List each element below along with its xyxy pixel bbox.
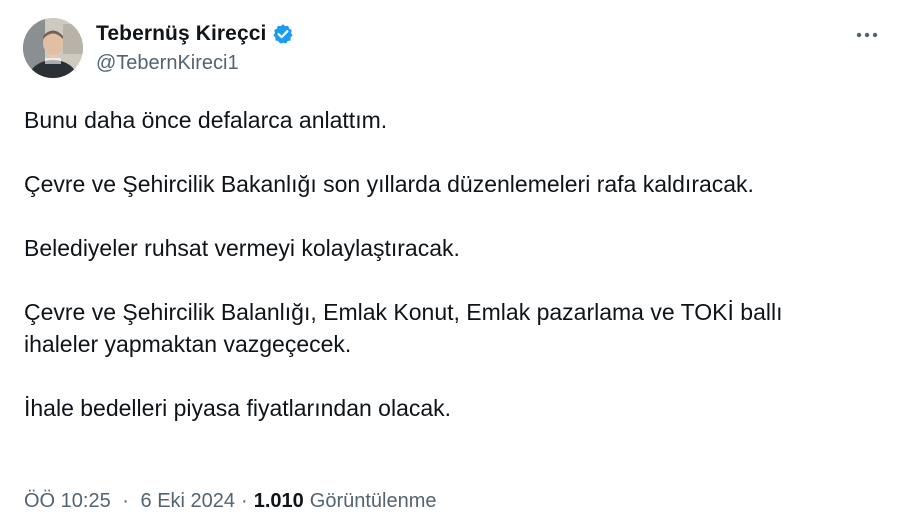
views-label: Görüntülenme	[309, 490, 437, 512]
tweet-paragraph: Belediyeler ruhsat vermeyi kolaylaştırac…	[24, 232, 894, 264]
profile-photo-image	[23, 18, 83, 78]
tweet-paragraph: Bunu daha önce defalarca anlattım.	[24, 104, 894, 136]
meta-separator: ·	[241, 490, 248, 512]
author-display-name[interactable]: Tebernüş Kireçci	[96, 22, 266, 46]
tweet-date: 6 Eki 2024	[140, 490, 236, 512]
tweet-paragraph: Çevre ve Şehircilik Balanlığı, Emlak Kon…	[24, 296, 894, 360]
tweet-meta: ÖÖ 10:25 · 6 Eki 2024 · 1.010 Görüntülen…	[24, 490, 437, 513]
tweet-line: Çevre ve Şehircilik Bakanlığı son yıllar…	[24, 171, 754, 197]
tweet-time: ÖÖ 10:25	[24, 490, 111, 512]
tweet-line: İhale bedelleri piyasa fiyatlarından ola…	[24, 395, 452, 421]
tweet-paragraph: Çevre ve Şehircilik Bakanlığı son yıllar…	[24, 168, 894, 200]
tweet-timestamp[interactable]: ÖÖ 10:25 · 6 Eki 2024	[24, 490, 235, 513]
author-handle[interactable]: @TebernKireci1	[96, 52, 239, 75]
author-name-row: Tebernüş Kireçci	[96, 20, 294, 48]
avatar[interactable]	[23, 18, 83, 78]
tweet: Tebernüş Kireçci @TebernKireci1 Bunu dah…	[0, 0, 924, 530]
tweet-line: Çevre ve Şehircilik Balanlığı, Emlak Kon…	[24, 299, 783, 325]
tweet-line: Bunu daha önce defalarca anlattım.	[24, 107, 388, 133]
meta-separator: ·	[122, 490, 129, 512]
tweet-line: Belediyeler ruhsat vermeyi kolaylaştırac…	[24, 235, 460, 261]
tweet-line: ihaleler yapmaktan vazgeçecek.	[24, 331, 352, 357]
views-count: 1.010	[253, 490, 304, 512]
tweet-text: Bunu daha önce defalarca anlattım. Çevre…	[24, 104, 894, 424]
tweet-paragraph: İhale bedelleri piyasa fiyatlarından ola…	[24, 392, 894, 424]
more-horizontal-icon[interactable]	[852, 24, 882, 46]
verified-badge-icon[interactable]	[272, 23, 294, 45]
